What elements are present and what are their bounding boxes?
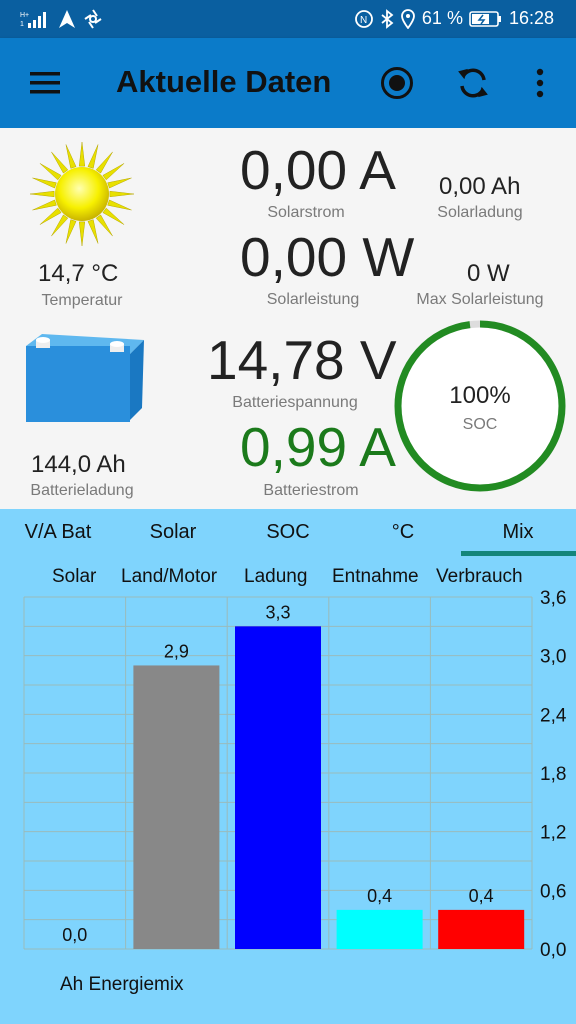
record-icon[interactable] xyxy=(380,66,414,100)
chart-xlabel: Ah Energiemix xyxy=(60,974,184,995)
y-tick-label: 0,0 xyxy=(540,940,566,961)
solar-charge-label: Solarladung xyxy=(437,204,523,221)
tab-indicator xyxy=(461,551,576,556)
refresh-icon[interactable] xyxy=(457,66,489,100)
y-tick-label: 3,6 xyxy=(540,588,566,609)
tab-soc[interactable]: SOC xyxy=(238,521,338,544)
battery-voltage-label: Batteriespannung xyxy=(232,394,358,411)
battery-icon xyxy=(26,334,144,422)
tab-va-bat[interactable]: V/A Bat xyxy=(8,521,108,544)
signal-icon: H+ 1 xyxy=(20,12,46,28)
solar-charge-value: 0,00 Ah xyxy=(439,173,521,200)
svg-text:H+: H+ xyxy=(20,12,29,19)
bar-value-label: 2,9 xyxy=(164,641,189,661)
bar-value-label: 0,4 xyxy=(367,886,392,906)
status-right-icons: N 61 % 16:28 xyxy=(354,8,554,29)
tab-solar[interactable]: Solar xyxy=(123,521,223,544)
bar-value-label: 0,0 xyxy=(62,925,87,945)
soc-value: 100% xyxy=(449,382,511,409)
y-tick-label: 2,4 xyxy=(540,705,567,726)
max-solar-power-label: Max Solarleistung xyxy=(416,291,544,308)
bar-verbrauch xyxy=(438,909,525,949)
battery-current-value: 0,99 A xyxy=(240,416,396,478)
temperature-label: Temperatur xyxy=(41,292,123,309)
page-title: Aktuelle Daten xyxy=(116,64,332,99)
battery-charging-icon xyxy=(469,10,501,27)
data-panel: 14,7 °C Temperatur 144,0 Ah Batterieladu… xyxy=(0,128,576,509)
tab-mix[interactable]: Mix xyxy=(468,521,568,544)
y-tick-label: 0,6 xyxy=(540,881,566,902)
battery-percent: 61 % xyxy=(421,8,463,28)
solar-current-value: 0,00 A xyxy=(240,139,396,201)
y-tick-label: 1,8 xyxy=(540,764,566,785)
y-tick-label: 3,0 xyxy=(540,647,566,668)
energy-mix-chart: 0,0 0,6 1,2 1,8 2,4 3,0 3,6 0,0 2,9 3,3 0,4 0,4 xyxy=(23,588,567,961)
svg-text:1: 1 xyxy=(20,21,24,28)
bluetooth-icon xyxy=(381,8,394,29)
tab-bar: V/A Bat Solar SOC °C Mix xyxy=(0,509,576,557)
menu-icon[interactable] xyxy=(30,72,60,94)
navigation-icon xyxy=(59,10,75,28)
svg-text:N: N xyxy=(360,15,367,26)
soc-label: SOC xyxy=(462,416,498,433)
battery-voltage-value: 14,78 V xyxy=(207,329,397,391)
bar-entnahme xyxy=(336,909,423,949)
battery-charge-value: 144,0 Ah xyxy=(31,451,126,478)
fan-icon xyxy=(84,9,102,29)
location-icon xyxy=(401,8,415,29)
bar-value-label: 3,3 xyxy=(265,602,290,622)
status-left-icons: H+ 1 xyxy=(20,9,102,29)
battery-charge-label: Batterieladung xyxy=(30,482,134,499)
solar-current-label: Solarstrom xyxy=(267,204,345,221)
y-tick-label: 1,2 xyxy=(540,823,566,844)
nfc-icon: N xyxy=(355,9,373,28)
bar-land-motor xyxy=(133,665,220,949)
solar-power-value: 0,00 W xyxy=(240,226,415,288)
app-bar: Aktuelle Daten xyxy=(0,38,576,128)
bar-ladung xyxy=(235,626,321,949)
temperature-value: 14,7 °C xyxy=(38,260,119,287)
more-options-icon[interactable] xyxy=(535,68,545,98)
tab-temperature[interactable]: °C xyxy=(353,521,453,544)
clock: 16:28 xyxy=(508,8,554,28)
status-bar: H+ 1 N 61 % 16:28 xyxy=(0,0,576,38)
solar-power-label: Solarleistung xyxy=(266,291,360,308)
max-solar-power-value: 0 W xyxy=(467,260,510,287)
bar-value-label: 0,4 xyxy=(469,886,494,906)
sun-icon xyxy=(29,141,135,247)
battery-current-label: Batteriestrom xyxy=(263,482,359,499)
